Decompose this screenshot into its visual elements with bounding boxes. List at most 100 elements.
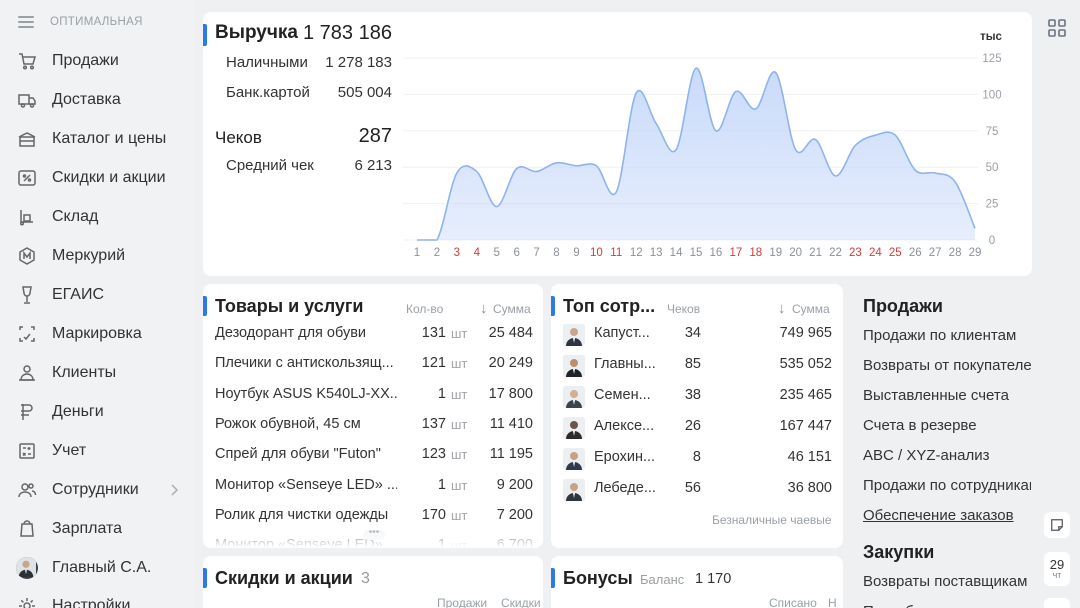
bonuses-col-more[interactable]: Н — [828, 596, 837, 608]
sidebar-item-mercury[interactable]: Меркурий — [16, 244, 125, 268]
sidebar-item-money[interactable]: Деньги — [16, 400, 104, 424]
discounts-col-sales[interactable]: Продажи — [437, 596, 487, 608]
sales-report-link[interactable]: ABC / XYZ-анализ — [863, 447, 1031, 464]
goods-sum: 11 195 — [489, 446, 533, 463]
x-tick-label[interactable]: 24 — [869, 247, 882, 259]
x-tick-label[interactable]: 15 — [690, 247, 703, 259]
x-tick-label[interactable]: 9 — [573, 247, 579, 259]
sales-report-link[interactable]: Продажи по сотрудникам — [863, 477, 1031, 494]
goods-col-qty[interactable]: Кол-во — [406, 302, 443, 316]
employee-sum: 535 052 — [779, 356, 832, 372]
sidebar-item-employees[interactable]: Сотрудники — [16, 478, 139, 502]
sidebar-item-user[interactable]: Главный С.А. — [16, 556, 151, 580]
sales-report-link[interactable]: Счета в резерве — [863, 417, 1031, 434]
sort-arrow-icon[interactable]: ↓ — [480, 300, 488, 317]
sidebar-item-sales[interactable]: Продажи — [16, 49, 119, 73]
revenue-title[interactable]: Выручка — [215, 22, 298, 44]
staff-title[interactable]: Топ сотр... — [563, 296, 655, 317]
goods-col-sum[interactable]: Сумма — [493, 302, 531, 316]
x-tick-label[interactable]: 21 — [809, 247, 822, 259]
goods-title[interactable]: Товары и услуги — [215, 296, 363, 317]
employee-name: Лебеде... — [594, 480, 656, 496]
discounts-col-discount[interactable]: Скидки — [501, 596, 541, 608]
sales-report-link[interactable]: Возвраты от покупателей — [863, 357, 1031, 374]
employee-sum: 235 465 — [779, 387, 832, 403]
cash-label: Наличными — [226, 54, 308, 71]
bonuses-col-written[interactable]: Списано — [769, 596, 817, 608]
sidebar-item-label: Каталог и цены — [52, 130, 167, 147]
employee-checks: 56 — [684, 480, 701, 496]
grid-view-icon[interactable] — [1047, 18, 1067, 38]
menu-icon[interactable] — [18, 16, 34, 28]
x-tick-label[interactable]: 6 — [513, 247, 519, 259]
barcode-icon — [16, 323, 38, 345]
x-tick-label[interactable]: 5 — [494, 247, 500, 259]
sidebar-item-catalog[interactable]: Каталог и цены — [16, 127, 166, 151]
x-tick-label[interactable]: 2 — [434, 247, 440, 259]
tips-link[interactable]: Безналичные чаевые — [712, 513, 832, 527]
x-tick-label[interactable]: 16 — [710, 247, 723, 259]
sidebar-item-egais[interactable]: ЕГАИС — [16, 283, 104, 307]
purchase-report-link[interactable]: Возвраты поставщикам — [863, 573, 1031, 590]
x-tick-label[interactable]: 3 — [454, 247, 460, 259]
x-tick-label[interactable]: 13 — [650, 247, 663, 259]
sort-arrow-icon[interactable]: ↓ — [778, 300, 786, 317]
x-tick-label[interactable]: 27 — [929, 247, 942, 259]
x-tick-label[interactable]: 8 — [553, 247, 559, 259]
x-tick-label[interactable]: 12 — [630, 247, 643, 259]
sales-report-link[interactable]: Обеспечение заказов — [863, 507, 1031, 524]
employee-checks: 85 — [684, 356, 701, 372]
checks-label: Чеков — [215, 128, 262, 147]
sidebar-item-delivery[interactable]: Доставка — [16, 88, 121, 112]
purchase-report-link[interactable]: Потребность — [863, 603, 1031, 608]
x-tick-label[interactable]: 18 — [749, 247, 762, 259]
employee-sum: 46 151 — [787, 449, 832, 465]
sidebar-item-label: Меркурий — [52, 247, 126, 264]
x-tick-label[interactable]: 26 — [909, 247, 922, 259]
x-tick-label[interactable]: 14 — [670, 247, 683, 259]
goods-name: Дезодорант для обуви — [215, 325, 367, 341]
x-tick-label[interactable]: 25 — [889, 247, 902, 259]
x-tick-label[interactable]: 19 — [769, 247, 782, 259]
wine-glass-icon — [16, 284, 38, 306]
y-axis-unit: тыс — [980, 31, 1002, 43]
sidebar-item-clients[interactable]: Клиенты — [16, 361, 116, 385]
sidebar-item-label: Склад — [52, 208, 99, 225]
sidebar-item-salary[interactable]: Зарплата — [16, 517, 122, 541]
x-tick-label[interactable]: 23 — [849, 247, 862, 259]
sales-report-link[interactable]: Выставленные счета — [863, 387, 1031, 404]
calendar-button[interactable]: 29 чт — [1044, 552, 1070, 586]
revenue-chart[interactable]: 1251007550250тыс1 2 3 4 5 6 7 8 9 10 11 12 13 14 15 16 1… — [403, 30, 1023, 268]
sidebar-item-accounting[interactable]: Учет — [16, 439, 86, 463]
notes-button[interactable] — [1044, 512, 1070, 538]
discounts-title[interactable]: Скидки и акции — [215, 568, 353, 589]
sidebar-item-discounts[interactable]: Скидки и акции — [16, 166, 166, 190]
employee-name: Главны... — [594, 356, 656, 372]
sidebar-item-settings[interactable]: Настройки — [16, 594, 130, 608]
x-tick-label[interactable]: 11 — [610, 247, 622, 259]
x-tick-label[interactable]: 7 — [533, 247, 539, 259]
staff-col-sum[interactable]: Сумма — [792, 302, 830, 316]
chevron-right-icon[interactable] — [164, 480, 186, 500]
x-tick-label[interactable]: 10 — [590, 247, 603, 259]
staff-col-checks[interactable]: Чеков — [667, 302, 700, 316]
employee-name: Капуст... — [594, 325, 650, 341]
sidebar-item-marking[interactable]: Маркировка — [16, 322, 142, 346]
sales-report-link[interactable]: Продажи по клиентам — [863, 327, 1031, 344]
x-tick-label[interactable]: 17 — [729, 247, 742, 259]
employee-checks: 8 — [692, 449, 701, 465]
avg-check-value: 6 213 — [354, 157, 392, 174]
x-tick-label[interactable]: 20 — [789, 247, 802, 259]
x-tick-label[interactable]: 4 — [474, 247, 481, 259]
extra-button[interactable] — [1044, 598, 1070, 608]
sidebar-item-warehouse[interactable]: Склад — [16, 205, 98, 229]
x-tick-label[interactable]: 29 — [969, 247, 982, 259]
goods-name: Монитор «Senseye LED» ... — [215, 476, 397, 493]
x-tick-label[interactable]: 1 — [414, 247, 420, 259]
sidebar-item-label: Клиенты — [52, 364, 117, 381]
x-tick-label[interactable]: 22 — [829, 247, 842, 259]
goods-unit: шт — [451, 416, 468, 432]
mercury-icon — [16, 245, 38, 267]
bonuses-title[interactable]: Бонусы — [563, 568, 633, 589]
x-tick-label[interactable]: 28 — [949, 247, 962, 259]
